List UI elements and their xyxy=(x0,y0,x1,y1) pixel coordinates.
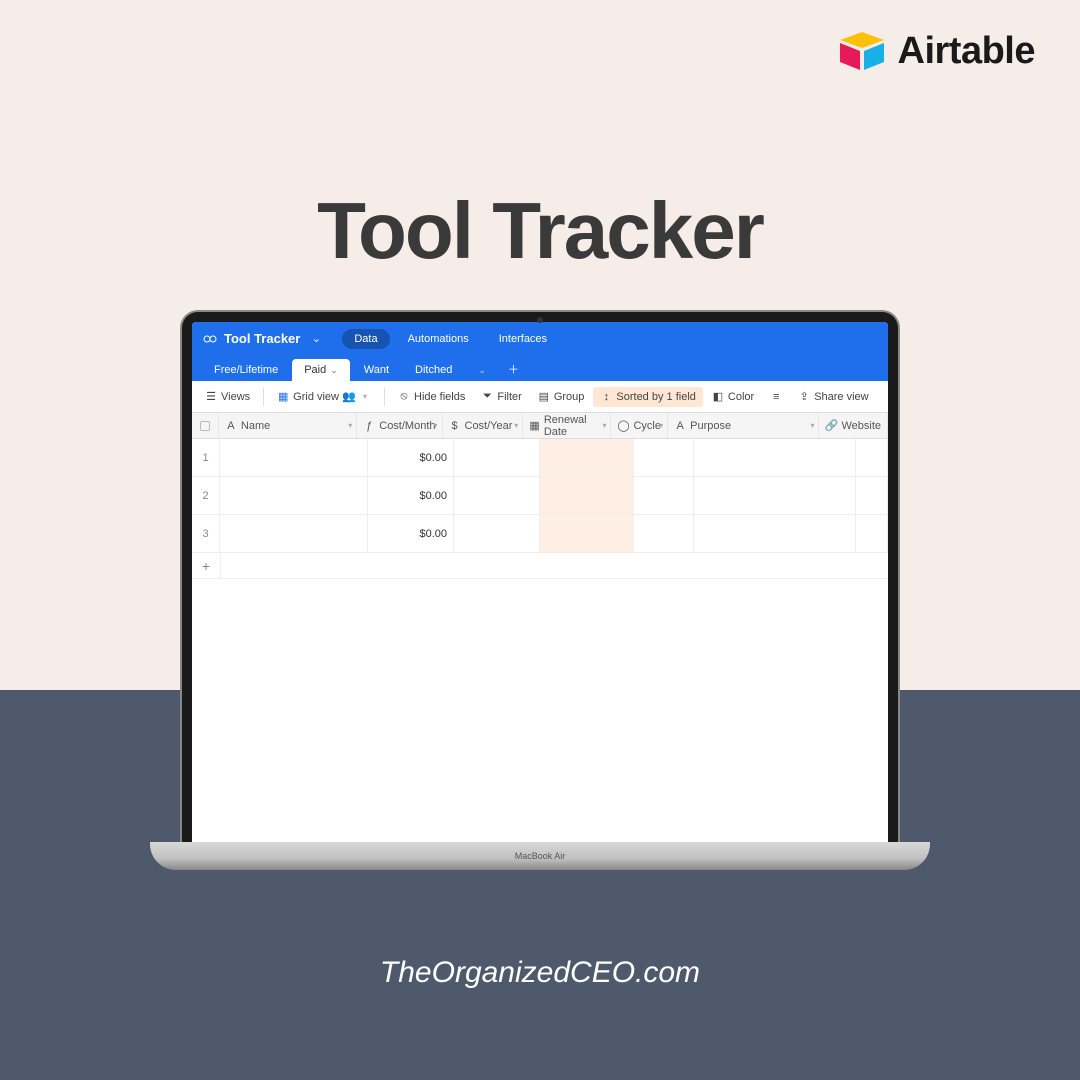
cell-renewal-date[interactable] xyxy=(540,439,634,476)
table-tab-free-lifetime[interactable]: Free/Lifetime xyxy=(202,359,290,381)
row-height-icon: ≡ xyxy=(770,391,782,403)
grid-view-button[interactable]: ▦Grid view👥▾ xyxy=(270,387,378,407)
column-header-cost-year[interactable]: $Cost/Year▾ xyxy=(443,413,524,438)
chevron-down-icon: ▾ xyxy=(348,421,352,430)
menu-icon: ☰ xyxy=(205,391,217,403)
column-header-website[interactable]: 🔗Website xyxy=(819,413,888,438)
brand-badge: Airtable xyxy=(838,30,1035,73)
eye-off-icon: ⦸ xyxy=(398,391,410,403)
separator xyxy=(384,388,385,406)
view-toolbar: ☰Views ▦Grid view👥▾ ⦸Hide fields ⏷Filter… xyxy=(192,381,888,413)
base-icon xyxy=(202,331,218,347)
chevron-down-icon: ▾ xyxy=(810,421,814,430)
airtable-logo-icon xyxy=(838,32,886,72)
table-row[interactable]: 2 $0.00 xyxy=(192,477,888,515)
text-icon: A xyxy=(674,420,686,432)
add-row: + xyxy=(192,553,888,579)
cell-cost-year[interactable] xyxy=(454,477,540,514)
cell-purpose[interactable] xyxy=(694,439,856,476)
cell-name[interactable] xyxy=(220,477,368,514)
hide-fields-button[interactable]: ⦸Hide fields xyxy=(391,387,472,407)
column-header-cost-month[interactable]: ƒCost/Month▾ xyxy=(357,413,442,438)
airtable-header: Tool Tracker ⌄ Data Automations Interfac… xyxy=(192,322,888,355)
nav-tab-interfaces[interactable]: Interfaces xyxy=(487,329,559,349)
row-height-button[interactable]: ≡ xyxy=(763,387,789,407)
cell-website[interactable] xyxy=(856,477,888,514)
cell-cost-month[interactable]: $0.00 xyxy=(368,439,454,476)
footer-url: TheOrganizedCEO.com xyxy=(0,956,1080,990)
base-name[interactable]: Tool Tracker xyxy=(224,331,300,346)
people-icon: 👥 xyxy=(343,391,355,403)
grid-icon: ▦ xyxy=(277,391,289,403)
table-row[interactable]: 3 $0.00 xyxy=(192,515,888,553)
calendar-icon: ▦ xyxy=(529,420,540,432)
link-icon: 🔗 xyxy=(825,420,837,432)
laptop-bezel: Tool Tracker ⌄ Data Automations Interfac… xyxy=(180,310,900,842)
chevron-down-icon: ▾ xyxy=(602,421,606,430)
cell-cycle[interactable] xyxy=(634,477,694,514)
cell-purpose[interactable] xyxy=(694,515,856,552)
sort-icon: ↕ xyxy=(600,391,612,403)
color-button[interactable]: ◧Color xyxy=(705,387,761,407)
share-icon: ⇪ xyxy=(798,391,810,403)
cell-renewal-date[interactable] xyxy=(540,477,634,514)
chevron-down-icon: ▾ xyxy=(514,421,518,430)
group-icon: ▤ xyxy=(538,391,550,403)
group-button[interactable]: ▤Group xyxy=(531,387,592,407)
table-tab-want[interactable]: Want xyxy=(352,359,401,381)
views-button[interactable]: ☰Views xyxy=(198,387,257,407)
text-icon: A xyxy=(225,420,237,432)
cell-website[interactable] xyxy=(856,515,888,552)
cell-name[interactable] xyxy=(220,439,368,476)
cell-purpose[interactable] xyxy=(694,477,856,514)
laptop-screen: Tool Tracker ⌄ Data Automations Interfac… xyxy=(192,322,888,842)
separator xyxy=(263,388,264,406)
table-tab-more[interactable]: ⌄ xyxy=(466,360,498,381)
table-tab-paid[interactable]: Paid⌄ xyxy=(292,359,350,381)
page-title: Tool Tracker xyxy=(0,185,1080,277)
cell-cost-month[interactable]: $0.00 xyxy=(368,477,454,514)
chevron-down-icon: ▾ xyxy=(659,421,663,430)
nav-tab-automations[interactable]: Automations xyxy=(396,329,481,349)
column-header-purpose[interactable]: APurpose▾ xyxy=(668,413,819,438)
table-row[interactable]: 1 $0.00 xyxy=(192,439,888,477)
select-all-checkbox[interactable] xyxy=(192,413,219,438)
chevron-down-icon: ⌄ xyxy=(330,365,338,376)
row-number: 2 xyxy=(192,477,220,514)
filter-icon: ⏷ xyxy=(481,391,493,403)
grid-column-header: AName▾ ƒCost/Month▾ $Cost/Year▾ ▦Renewal… xyxy=(192,413,888,439)
currency-icon: $ xyxy=(449,420,461,432)
column-header-name[interactable]: AName▾ xyxy=(219,413,357,438)
paint-icon: ◧ xyxy=(712,391,724,403)
nav-tab-data[interactable]: Data xyxy=(342,329,389,349)
chevron-down-icon: ▾ xyxy=(433,421,437,430)
cell-website[interactable] xyxy=(856,439,888,476)
add-row-button[interactable]: + xyxy=(192,553,220,578)
row-number: 3 xyxy=(192,515,220,552)
table-tab-bar: Free/Lifetime Paid⌄ Want Ditched ⌄ ＋ xyxy=(192,355,888,381)
filter-button[interactable]: ⏷Filter xyxy=(474,387,528,407)
cell-cost-year[interactable] xyxy=(454,439,540,476)
laptop-base: MacBook Air xyxy=(150,842,930,870)
chevron-down-icon: ▾ xyxy=(359,391,371,403)
cell-cycle[interactable] xyxy=(634,439,694,476)
cell-cycle[interactable] xyxy=(634,515,694,552)
cell-name[interactable] xyxy=(220,515,368,552)
add-table-button[interactable]: ＋ xyxy=(500,357,527,381)
cell-cost-month[interactable]: $0.00 xyxy=(368,515,454,552)
table-tab-ditched[interactable]: Ditched xyxy=(403,359,464,381)
laptop-mockup: Tool Tracker ⌄ Data Automations Interfac… xyxy=(180,310,900,870)
column-header-cycle[interactable]: ◯Cycle▾ xyxy=(611,413,668,438)
column-header-renewal-date[interactable]: ▦Renewal Date▾ xyxy=(523,413,611,438)
cell-cost-year[interactable] xyxy=(454,515,540,552)
brand-name: Airtable xyxy=(898,30,1035,73)
formula-icon: ƒ xyxy=(363,420,375,432)
cell-renewal-date[interactable] xyxy=(540,515,634,552)
sort-button[interactable]: ↕Sorted by 1 field xyxy=(593,387,703,407)
row-number: 1 xyxy=(192,439,220,476)
select-icon: ◯ xyxy=(617,420,629,432)
share-view-button[interactable]: ⇪Share view xyxy=(791,387,875,407)
laptop-camera xyxy=(537,317,543,323)
chevron-down-icon[interactable]: ⌄ xyxy=(310,333,322,345)
